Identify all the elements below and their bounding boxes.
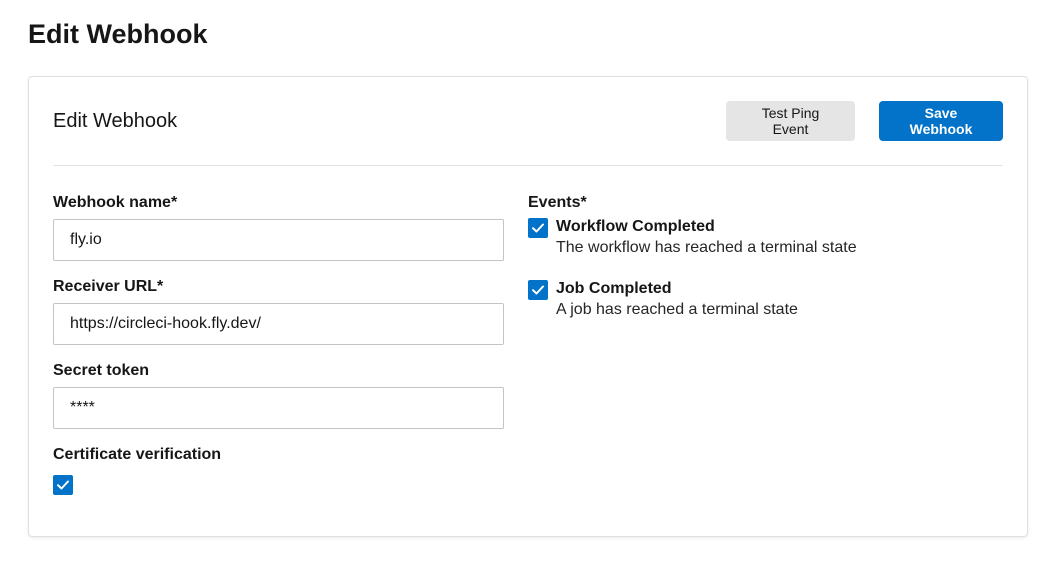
card-header: Edit Webhook Test Ping Event Save Webhoo… <box>53 101 1003 141</box>
secret-token-input[interactable] <box>53 387 504 429</box>
card-title: Edit Webhook <box>53 110 178 132</box>
card-actions: Test Ping Event Save Webhook <box>726 101 1003 141</box>
event-text: Workflow Completed The workflow has reac… <box>556 217 857 259</box>
save-webhook-button[interactable]: Save Webhook <box>879 101 1003 141</box>
webhook-name-input[interactable] <box>53 219 504 261</box>
event-item-job-completed: Job Completed A job has reached a termin… <box>528 279 988 321</box>
event-name: Workflow Completed <box>556 218 715 235</box>
receiver-url-label: Receiver URL* <box>53 278 164 295</box>
test-ping-event-button[interactable]: Test Ping Event <box>726 101 855 141</box>
event-text: Job Completed A job has reached a termin… <box>556 279 798 321</box>
webhook-name-label: Webhook name* <box>53 194 178 211</box>
event-description: The workflow has reached a terminal stat… <box>556 239 857 256</box>
secret-token-field: Secret token <box>53 361 504 429</box>
workflow-completed-checkbox[interactable] <box>528 218 548 238</box>
certificate-verification-field: Certificate verification <box>53 445 504 497</box>
job-completed-checkbox[interactable] <box>528 280 548 300</box>
checkmark-icon <box>57 480 69 490</box>
receiver-url-field: Receiver URL* <box>53 277 504 345</box>
certificate-verification-label: Certificate verification <box>53 446 222 463</box>
event-name: Job Completed <box>556 280 672 297</box>
events-label: Events* <box>528 194 587 211</box>
checkmark-icon <box>532 223 544 233</box>
secret-token-label: Secret token <box>53 362 150 379</box>
event-description: A job has reached a terminal state <box>556 301 798 318</box>
receiver-url-input[interactable] <box>53 303 504 345</box>
checkmark-icon <box>532 285 544 295</box>
event-item-workflow-completed: Workflow Completed The workflow has reac… <box>528 217 988 259</box>
webhook-card: Edit Webhook Test Ping Event Save Webhoo… <box>28 76 1028 537</box>
header-divider <box>53 165 1003 166</box>
events-column: Events* Workflow Completed The workflow … <box>528 193 988 341</box>
webhook-name-field: Webhook name* <box>53 193 504 261</box>
page-title: Edit Webhook <box>28 19 208 49</box>
certificate-verification-checkbox[interactable] <box>53 475 73 495</box>
webhook-settings-column: Webhook name* Receiver URL* Secret token… <box>53 193 504 513</box>
